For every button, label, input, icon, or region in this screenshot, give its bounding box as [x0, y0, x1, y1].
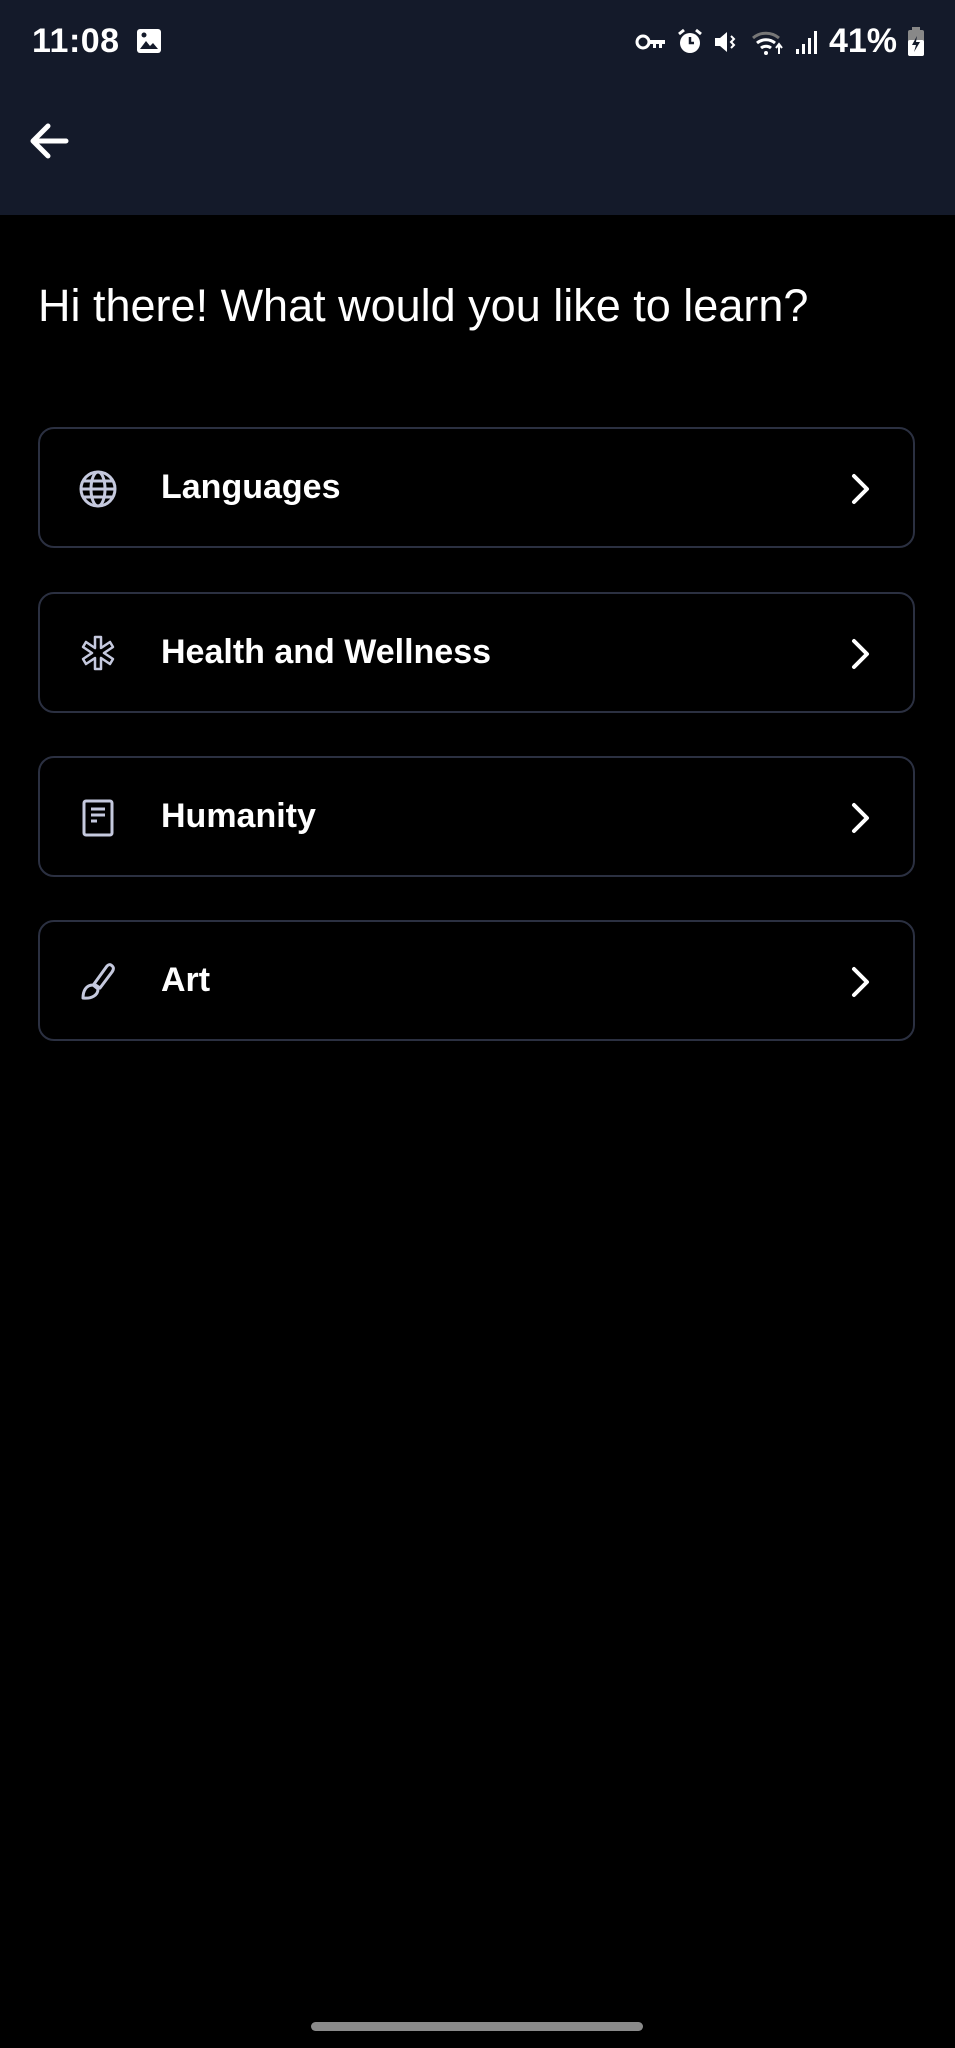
category-languages[interactable]: Languages [38, 427, 915, 548]
arrow-left-icon[interactable] [26, 118, 72, 164]
category-art[interactable]: Art [38, 920, 915, 1041]
status-time: 11:08 [32, 22, 120, 60]
chevron-right-icon [852, 474, 869, 504]
category-humanity[interactable]: Humanity [38, 756, 915, 877]
wifi-icon [751, 31, 783, 55]
alarm-icon [678, 28, 702, 53]
category-label: Languages [161, 468, 341, 506]
chevron-right-icon [852, 967, 869, 997]
category-health-and-wellness[interactable]: Health and Wellness [38, 592, 915, 713]
category-label: Art [161, 961, 211, 999]
page-title: Hi there! What would you like to learn? [38, 280, 809, 331]
chevron-right-icon [852, 639, 869, 669]
signal-icon [795, 30, 817, 54]
chevron-right-icon [852, 803, 869, 833]
status-icons: 41% [635, 22, 925, 61]
app-bar: 11:08 41% [0, 0, 955, 215]
vpn-key-icon [635, 34, 665, 49]
category-label: Humanity [161, 797, 316, 835]
battery-percent: 41% [828, 22, 897, 60]
paintbrush-icon [81, 963, 115, 1000]
category-label: Health and Wellness [161, 633, 492, 671]
gallery-icon [137, 29, 161, 53]
mute-icon [714, 31, 736, 52]
home-indicator[interactable] [311, 2022, 643, 2031]
document-icon [82, 799, 114, 837]
asterisk-icon [81, 635, 115, 671]
battery-charging-icon [908, 26, 924, 56]
globe-icon [79, 470, 117, 508]
